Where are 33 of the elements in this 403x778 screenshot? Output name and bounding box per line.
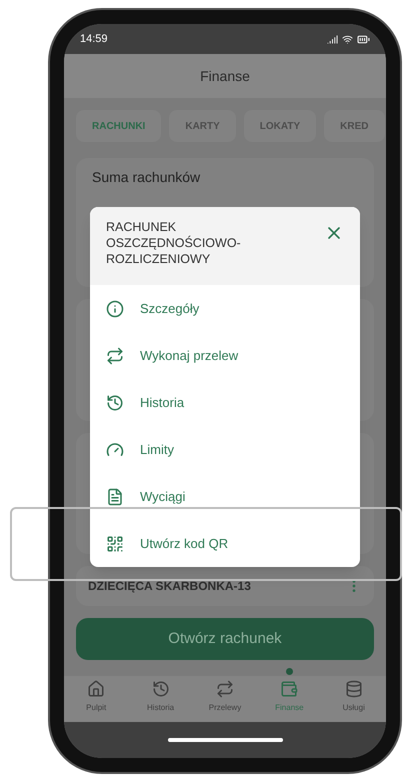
history-icon [106, 394, 124, 412]
menu-item[interactable]: Wyciągi [90, 473, 360, 520]
menu-item[interactable]: Wykonaj przelew [90, 332, 360, 379]
header-title: Finanse [200, 66, 250, 86]
menu-item[interactable]: Limity [90, 426, 360, 473]
menu-item[interactable]: Szczegóły [90, 285, 360, 332]
wallet-icon [280, 680, 298, 698]
document-icon [106, 488, 124, 506]
nav-item[interactable]: Przelewy [196, 680, 253, 714]
summary-title: Suma rachunków [92, 169, 200, 185]
arrows-icon [216, 680, 234, 698]
history-icon [152, 680, 170, 698]
battery-icon [357, 32, 370, 46]
menu-item[interactable]: Historia [90, 379, 360, 426]
account-name: DZIECIĘCA SKARBONKA-13 [88, 578, 251, 595]
wifi-icon [342, 34, 353, 44]
account-row[interactable]: DZIECIĘCA SKARBONKA-13 [76, 566, 374, 606]
database-icon [344, 680, 363, 698]
home-icon [87, 680, 106, 698]
signal-icon [327, 34, 338, 44]
qr-code-icon [106, 534, 124, 552]
arrows-icon [106, 346, 124, 364]
gauge-icon [106, 440, 124, 458]
info-icon [106, 300, 124, 318]
nav-item[interactable]: Finanse [261, 680, 318, 714]
open-account-button[interactable]: Otwórz rachunek [76, 618, 374, 660]
tab[interactable]: RACHUNKI [76, 110, 162, 142]
status-time: 14:59 [80, 32, 108, 47]
nav-item[interactable]: Historia [132, 680, 189, 714]
menu-title: RACHUNEK OSZCZĘDNOŚCIOWO-ROZLICZENIOWY [106, 219, 242, 267]
menu-item[interactable]: Utwórz kod QR [90, 520, 360, 567]
nav-item[interactable]: Usługi [326, 680, 382, 714]
nav-item[interactable]: Pulpit [68, 680, 124, 714]
